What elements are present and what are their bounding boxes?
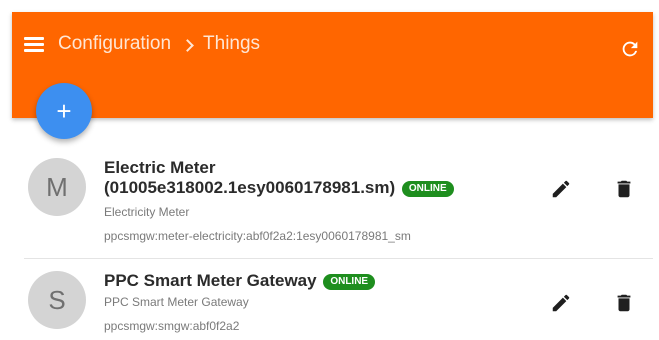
status-badge: ONLINE — [323, 274, 376, 290]
thing-title: PPC Smart Meter Gateway ONLINE — [104, 271, 504, 291]
thing-text: PPC Smart Meter Gateway ONLINE PPC Smart… — [104, 271, 504, 334]
thing-list-item[interactable]: S PPC Smart Meter Gateway ONLINE PPC Sma… — [24, 262, 655, 340]
things-page: Configuration Things + M Electric Meter … — [0, 0, 659, 340]
breadcrumb-configuration[interactable]: Configuration — [58, 33, 171, 55]
add-thing-button[interactable]: + — [36, 83, 92, 139]
thing-type: Electricity Meter — [104, 205, 190, 219]
thing-list-item[interactable]: M Electric Meter (01005e318002.1esy00601… — [24, 150, 655, 258]
list-divider — [24, 258, 653, 259]
delete-icon[interactable] — [613, 178, 635, 200]
edit-icon[interactable] — [550, 292, 572, 314]
edit-icon[interactable] — [550, 178, 572, 200]
delete-icon[interactable] — [613, 292, 635, 314]
refresh-icon[interactable] — [619, 38, 641, 60]
thing-title-text: PPC Smart Meter Gateway — [104, 271, 317, 290]
thing-type: PPC Smart Meter Gateway — [104, 295, 249, 309]
breadcrumb-things: Things — [203, 33, 261, 54]
thing-text: Electric Meter (01005e318002.1esy0060178… — [104, 158, 504, 244]
app-toolbar: Configuration Things — [12, 12, 653, 118]
chevron-right-icon — [181, 38, 194, 52]
thing-uid: ppcsmgw:meter-electricity:abf0f2a2:1esy0… — [104, 229, 411, 243]
thing-uid: ppcsmgw:smgw:abf0f2a2 — [104, 319, 240, 333]
menu-icon[interactable] — [24, 36, 44, 52]
status-badge: ONLINE — [401, 181, 454, 197]
thing-title-text: Electric Meter (01005e318002.1esy0060178… — [104, 158, 396, 197]
avatar: M — [28, 158, 86, 216]
thing-title: Electric Meter (01005e318002.1esy0060178… — [104, 158, 504, 198]
avatar: S — [28, 271, 86, 329]
breadcrumb: Configuration Things — [58, 33, 260, 55]
